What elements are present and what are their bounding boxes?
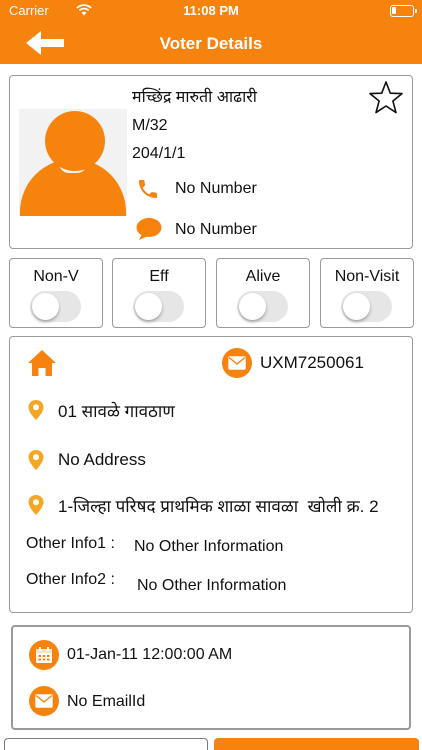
- voter-name: मच्छिंद्र मारुती आढारी: [132, 89, 257, 106]
- bottom-right-button[interactable]: [214, 738, 419, 750]
- location-pin-icon: [28, 400, 44, 420]
- voter-id: UXM7250061: [260, 353, 364, 372]
- non-visit-switch[interactable]: [341, 291, 392, 322]
- non-v-switch[interactable]: [30, 291, 81, 322]
- battery-icon: [390, 5, 417, 17]
- toggle-label: Non-Visit: [334, 268, 400, 285]
- address-line-2: No Address: [58, 450, 146, 469]
- toggle-non-visit: Non-Visit: [320, 258, 414, 328]
- other-info2-value: No Other Information: [137, 577, 287, 594]
- calendar-icon: [29, 640, 59, 670]
- address-line-1: 01 सावळे गावठाण: [58, 402, 175, 421]
- phone-icon[interactable]: [136, 177, 160, 201]
- eff-switch[interactable]: [133, 291, 184, 322]
- toggle-label: Non-V: [33, 268, 79, 285]
- email-icon: [29, 686, 59, 716]
- date-value: 01-Jan-11 12:00:00 AM: [67, 646, 233, 663]
- clock: 11:08 PM: [183, 3, 239, 18]
- gender-age: M/32: [132, 117, 168, 134]
- profile-card: मच्छिंद्र मारुती आढारी M/32 204/1/1 No N…: [9, 75, 413, 249]
- alive-switch[interactable]: [237, 291, 288, 322]
- person-avatar-icon: [19, 109, 127, 216]
- other-info2-label: Other Info2 :: [26, 571, 115, 588]
- toggle-alive: Alive: [216, 258, 310, 328]
- mail-icon: [222, 348, 252, 378]
- contact-card: 01-Jan-11 12:00:00 AM No EmailId: [11, 625, 411, 730]
- page-title: Voter Details: [159, 34, 263, 53]
- email-value: No EmailId: [67, 693, 146, 710]
- phone-number: No Number: [175, 180, 257, 197]
- location-pin-icon: [28, 495, 44, 515]
- chat-bubble-icon[interactable]: [136, 217, 162, 241]
- home-icon: [28, 350, 56, 376]
- toggle-label: Eff: [149, 268, 169, 285]
- polling-booth: 1-जिल्हा परिषद प्राथमिक शाळा सावळा खोली …: [58, 497, 379, 516]
- message-number: No Number: [175, 221, 257, 238]
- star-icon[interactable]: [368, 80, 404, 116]
- location-pin-icon: [28, 450, 44, 470]
- toggle-non-v: Non-V: [9, 258, 103, 328]
- voter-serial-code: 204/1/1: [132, 145, 186, 162]
- toggle-eff: Eff: [112, 258, 206, 328]
- bottom-left-button[interactable]: [4, 738, 208, 750]
- other-info1-value: No Other Information: [134, 538, 284, 555]
- toggle-label: Alive: [245, 268, 281, 285]
- status-bar: Carrier 11:08 PM: [0, 0, 422, 22]
- nav-bar: Voter Details: [0, 22, 422, 64]
- address-info-card: UXM7250061 01 सावळे गावठाण No Address 1-…: [9, 336, 413, 613]
- other-info1-label: Other Info1 :: [26, 535, 115, 552]
